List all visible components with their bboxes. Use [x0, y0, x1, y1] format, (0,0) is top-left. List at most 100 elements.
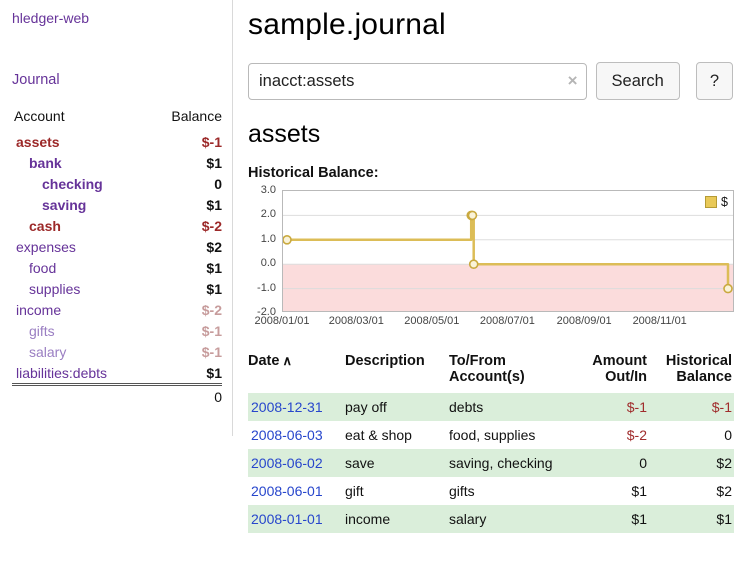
account-row-checking: checking 0: [12, 173, 222, 194]
account-title: assets: [248, 120, 733, 149]
data-point-marker: [283, 236, 291, 244]
account-link-salary[interactable]: salary: [29, 344, 66, 360]
register-header-row: Date∧ Description To/From Account(s) Amo…: [248, 349, 734, 393]
date-header-label: Date: [248, 353, 279, 369]
x-tick-label: 2008/11/01: [633, 315, 687, 327]
page-title: sample.journal: [248, 8, 733, 42]
column-header-date: Date∧: [248, 349, 345, 393]
transaction-balance: 0: [649, 421, 734, 449]
transaction-balance: $2: [649, 449, 734, 477]
account-row-gifts: gifts $-1: [12, 320, 222, 341]
legend-swatch-icon: [705, 196, 717, 208]
transaction-date-link[interactable]: 2008-06-02: [251, 455, 323, 471]
transaction-description: gift: [345, 477, 449, 505]
accounts-header-account: Account: [12, 106, 147, 131]
search-box: ×: [248, 63, 587, 100]
accounts-total-row: 0: [12, 386, 222, 408]
journal-link[interactable]: Journal: [12, 72, 222, 88]
account-link-supplies[interactable]: supplies: [29, 281, 80, 297]
account-row-income: income $-2: [12, 299, 222, 320]
chart-x-axis-labels: 2008/01/012008/03/012008/05/012008/07/01…: [282, 315, 734, 331]
y-tick-label: 0.0: [261, 257, 276, 269]
accounts-table: Account Balance assets $-1 bank $1 check…: [12, 106, 222, 408]
transaction-amount: $-1: [569, 393, 649, 421]
transaction-balance: $2: [649, 477, 734, 505]
account-balance-cash: $-2: [147, 215, 222, 236]
account-link-food[interactable]: food: [29, 260, 56, 276]
sort-by-date[interactable]: Date∧: [248, 353, 292, 369]
data-point-marker: [724, 285, 732, 293]
column-header-balance: Historical Balance: [649, 349, 734, 393]
account-row-food: food $1: [12, 257, 222, 278]
data-point-marker: [468, 211, 476, 219]
x-tick-label: 2008/05/01: [404, 315, 459, 327]
account-balance-liabilities-debts: $1: [147, 362, 222, 386]
help-button[interactable]: ?: [696, 62, 733, 100]
account-balance-assets: $-1: [147, 131, 222, 152]
account-balance-salary: $-1: [147, 341, 222, 362]
account-link-checking[interactable]: checking: [42, 176, 103, 192]
account-row-salary: salary $-1: [12, 341, 222, 362]
column-header-account: To/From Account(s): [449, 349, 569, 393]
data-point-marker: [470, 260, 478, 268]
transaction-description: pay off: [345, 393, 449, 421]
transaction-row: 2008-01-01 income salary $1 $1: [248, 505, 734, 533]
x-tick-label: 2008/03/01: [329, 315, 384, 327]
column-header-amount: Amount Out/In: [569, 349, 649, 393]
chart-plot-area: $ 2008/01/012008/03/012008/05/012008/07/…: [282, 190, 734, 331]
account-balance-income: $-2: [147, 299, 222, 320]
sort-ascending-icon: ∧: [282, 353, 292, 368]
account-link-bank[interactable]: bank: [29, 155, 62, 171]
search-button[interactable]: Search: [596, 62, 680, 100]
transaction-accounts: food, supplies: [449, 421, 569, 449]
y-tick-label: 2.0: [261, 208, 276, 220]
transaction-date-link[interactable]: 2008-06-03: [251, 427, 323, 443]
transaction-date-link[interactable]: 2008-12-31: [251, 399, 323, 415]
account-balance-expenses: $2: [147, 236, 222, 257]
accounts-header-balance: Balance: [147, 106, 222, 131]
account-link-liabilities-debts[interactable]: liabilities:debts: [16, 365, 107, 381]
chart-legend: $: [705, 195, 728, 209]
account-link-assets[interactable]: assets: [16, 134, 60, 150]
account-balance-saving: $1: [147, 194, 222, 215]
legend-label: $: [721, 195, 728, 209]
transaction-balance: $-1: [649, 393, 734, 421]
column-header-description: Description: [345, 349, 449, 393]
transaction-amount: $-2: [569, 421, 649, 449]
transaction-date-link[interactable]: 2008-01-01: [251, 511, 323, 527]
x-tick-label: 2008/01/01: [254, 315, 309, 327]
transaction-description: eat & shop: [345, 421, 449, 449]
main-content: sample.journal × Search ? assets Histori…: [248, 0, 737, 533]
register-table: Date∧ Description To/From Account(s) Amo…: [248, 349, 734, 533]
account-balance-gifts: $-1: [147, 320, 222, 341]
transaction-row: 2008-06-01 gift gifts $1 $2: [248, 477, 734, 505]
app-title-link[interactable]: hledger-web: [12, 10, 222, 26]
account-row-saving: saving $1: [12, 194, 222, 215]
clear-search-icon[interactable]: ×: [568, 71, 578, 91]
account-link-cash[interactable]: cash: [29, 218, 61, 234]
transaction-balance: $1: [649, 505, 734, 533]
account-row-bank: bank $1: [12, 152, 222, 173]
account-balance-food: $1: [147, 257, 222, 278]
y-tick-label: 3.0: [261, 184, 276, 196]
accounts-header-row: Account Balance: [12, 106, 222, 131]
x-tick-label: 2008/07/01: [480, 315, 535, 327]
chart-y-axis-labels: 3.02.01.00.0-1.0-2.0: [248, 190, 282, 314]
historical-balance-chart: 3.02.01.00.0-1.0-2.0 $ 2008/01/012008/03…: [248, 190, 733, 331]
balance-chart-plot: [282, 190, 734, 312]
transaction-row: 2008-12-31 pay off debts $-1 $-1: [248, 393, 734, 421]
account-link-gifts[interactable]: gifts: [29, 323, 55, 339]
transaction-amount: $1: [569, 505, 649, 533]
account-row-assets: assets $-1: [12, 131, 222, 152]
transaction-date-link[interactable]: 2008-06-01: [251, 483, 323, 499]
account-balance-checking: 0: [147, 173, 222, 194]
search-input[interactable]: [248, 63, 587, 100]
account-link-income[interactable]: income: [16, 302, 61, 318]
y-tick-label: 1.0: [261, 233, 276, 245]
transaction-accounts: gifts: [449, 477, 569, 505]
account-link-saving[interactable]: saving: [42, 197, 86, 213]
account-link-expenses[interactable]: expenses: [16, 239, 76, 255]
y-tick-label: -1.0: [257, 282, 276, 294]
transaction-amount: 0: [569, 449, 649, 477]
transaction-row: 2008-06-03 eat & shop food, supplies $-2…: [248, 421, 734, 449]
